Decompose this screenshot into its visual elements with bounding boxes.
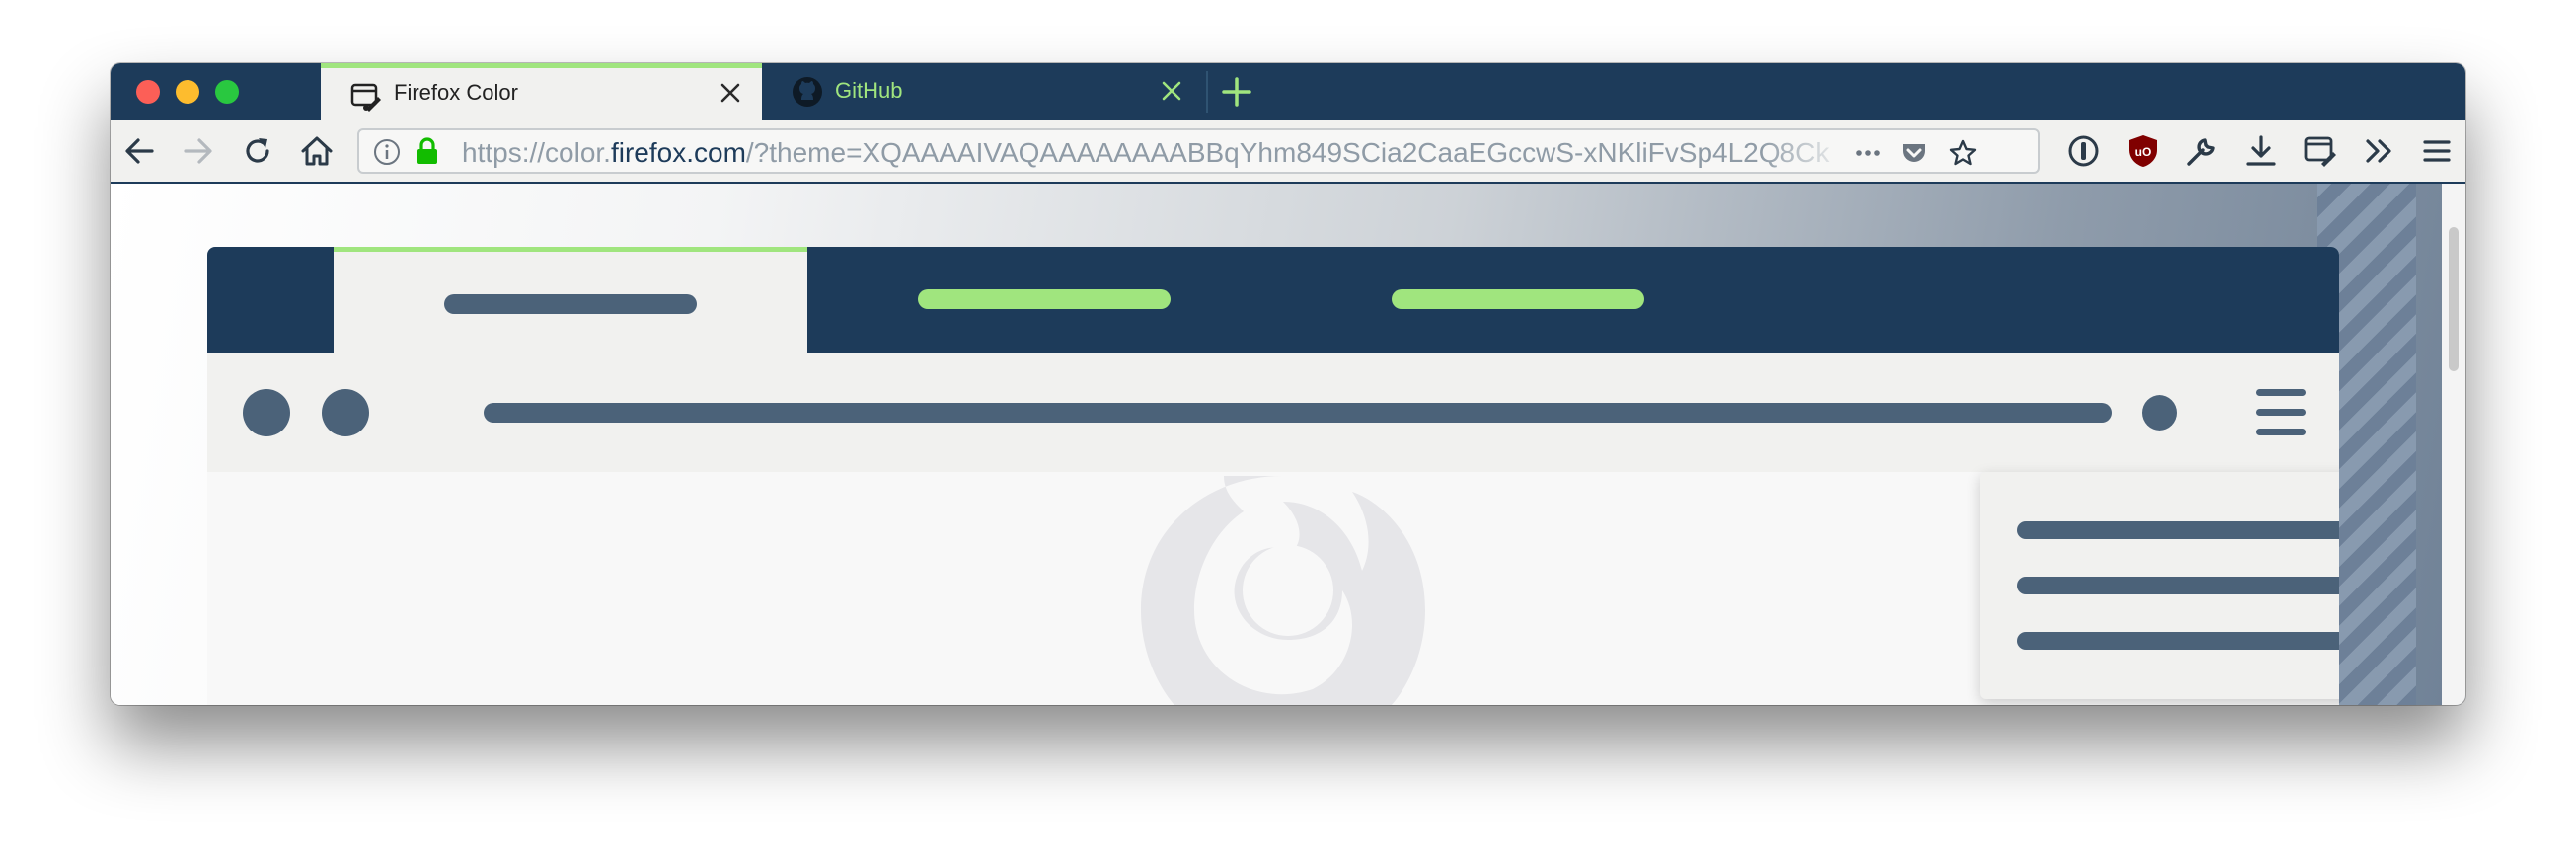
preview-menu-line: [2256, 389, 2306, 396]
url-prefix: https://color.: [462, 137, 611, 168]
download-icon[interactable]: [2242, 132, 2280, 170]
github-icon: [793, 77, 822, 107]
preview-toolbar: [207, 353, 2339, 472]
home-icon[interactable]: [298, 132, 336, 170]
svg-text:uO: uO: [2135, 145, 2152, 159]
preview-tab-title-bar: [918, 289, 1171, 309]
back-icon[interactable]: [120, 132, 158, 170]
page-scrollbar[interactable]: [2442, 184, 2465, 705]
lock-icon: [417, 137, 437, 164]
browser-window: Firefox Color GitHub https://color.firef…: [111, 63, 2465, 705]
preview-menu-item: [2017, 632, 2339, 650]
preview-nav-button: [322, 389, 369, 436]
preview-menu-item: [2017, 577, 2339, 594]
new-tab-icon[interactable]: [1220, 75, 1253, 109]
preview-menu-line: [2256, 409, 2306, 416]
tab-title: GitHub: [835, 78, 903, 103]
pocket-icon[interactable]: [1899, 138, 1929, 168]
preview-url-bar: [484, 403, 2112, 423]
preview-menu-line: [2256, 429, 2306, 435]
close-tab-icon[interactable]: [717, 79, 744, 107]
preview-menu-item: [2017, 521, 2339, 539]
overflow-icon[interactable]: [2361, 132, 2398, 170]
preview-active-tab: [334, 247, 807, 353]
close-window-button[interactable]: [136, 80, 160, 104]
tab-github[interactable]: GitHub: [762, 63, 1203, 120]
url-host: firefox.com: [610, 137, 746, 168]
tab-strip: Firefox Color GitHub: [111, 63, 2465, 120]
theme-preview: [207, 247, 2339, 705]
firefox-logo-watermark: [1141, 476, 1425, 705]
preview-toolbar-icon: [2142, 395, 2177, 431]
firefox-color-icon: [350, 83, 381, 112]
tab-separator: [1206, 71, 1208, 113]
tab-title: Firefox Color: [394, 80, 518, 105]
minimize-window-button[interactable]: [176, 80, 199, 104]
1password-icon[interactable]: [2065, 132, 2102, 170]
ublock-icon[interactable]: uO: [2124, 132, 2161, 170]
scrollbar-thumb[interactable]: [2449, 227, 2459, 371]
bookmark-star-icon[interactable]: [1948, 138, 1978, 168]
preview-nav-button: [243, 389, 290, 436]
url-path: /?theme=XQAAAAIVAQAAAAAAAABBqYhm849SCia2…: [745, 137, 1830, 168]
page-content: [111, 184, 2465, 705]
nav-toolbar: https://color.firefox.com/?theme=XQAAAAI…: [111, 120, 2465, 184]
url-bar[interactable]: https://color.firefox.com/?theme=XQAAAAI…: [357, 128, 2040, 174]
preview-tab-strip: [207, 247, 2339, 353]
preview-tab-title-bar: [1392, 289, 1644, 309]
zoom-window-button[interactable]: [215, 80, 239, 104]
close-tab-icon[interactable]: [1158, 77, 1185, 105]
url-fade: [1761, 132, 1850, 170]
preview-menu-popup: [1980, 472, 2339, 699]
firefox-color-icon[interactable]: [2302, 132, 2339, 170]
forward-icon[interactable]: [180, 132, 217, 170]
reload-icon[interactable]: [239, 132, 276, 170]
page-actions-icon[interactable]: [1854, 138, 1883, 168]
hamburger-menu-icon[interactable]: [2418, 132, 2456, 170]
info-icon[interactable]: [373, 138, 401, 166]
tab-firefox-color[interactable]: Firefox Color: [321, 63, 762, 120]
preview-tab-title-bar: [444, 294, 697, 314]
wrench-icon[interactable]: [2183, 132, 2221, 170]
url-text: https://color.firefox.com/?theme=XQAAAAI…: [462, 137, 1839, 169]
